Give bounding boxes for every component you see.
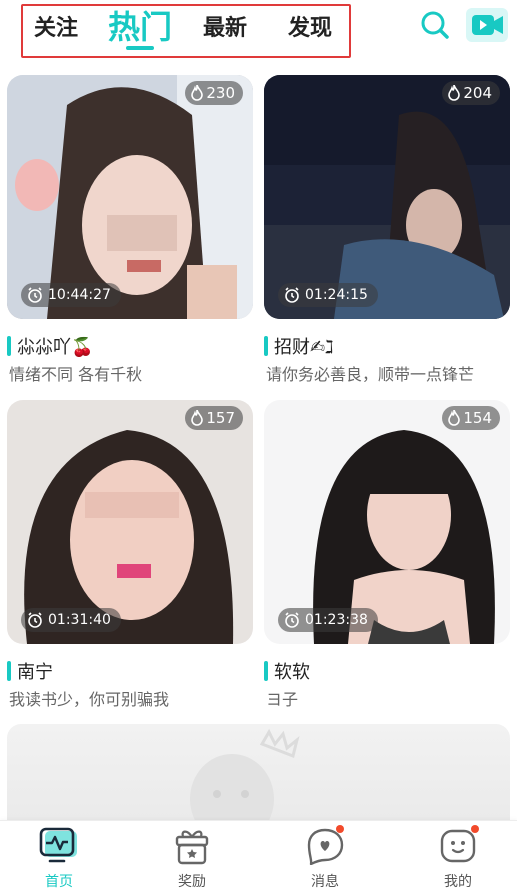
active-tab-indicator xyxy=(126,46,154,50)
fire-icon xyxy=(191,85,204,101)
nav-profile[interactable]: 我的 xyxy=(418,825,498,891)
bottom-navigation: 首页 奖励 消息 我的 xyxy=(0,820,517,892)
fire-icon xyxy=(448,410,461,426)
search-icon[interactable] xyxy=(418,8,452,42)
streamer-tagline: 情绪不同 各有千秋 xyxy=(9,365,143,384)
streamer-tagline: 我读书少，你可别骗我 xyxy=(9,690,170,709)
duration-text: 10:44:27 xyxy=(48,287,111,303)
nav-label: 首页 xyxy=(45,874,73,890)
alarm-clock-icon xyxy=(285,612,299,628)
mascot-watermark-icon xyxy=(190,728,300,834)
duration-text: 01:23:38 xyxy=(305,612,368,628)
fire-icon xyxy=(448,85,461,101)
notification-dot xyxy=(471,825,479,833)
video-camera-icon[interactable] xyxy=(466,8,508,42)
accent-bar xyxy=(264,661,268,681)
streamer-tagline: ヨ子 xyxy=(266,690,299,709)
duration-badge: 10:44:27 xyxy=(21,283,121,307)
stream-thumbnail[interactable]: 204 01:24:15 xyxy=(264,75,510,319)
top-bar: 关注 热门 最新 发现 xyxy=(0,0,517,64)
duration-badge: 01:24:15 xyxy=(278,283,378,307)
stream-thumbnail[interactable]: 157 01:31:40 xyxy=(7,400,253,644)
stream-thumbnail[interactable]: 230 10:44:27 xyxy=(7,75,253,319)
streamer-name[interactable]: 南宁 xyxy=(17,658,53,684)
nav-home[interactable]: 首页 xyxy=(19,827,99,891)
fire-icon xyxy=(191,410,204,426)
nav-label: 消息 xyxy=(311,874,339,890)
nav-rewards[interactable]: 奖励 xyxy=(152,827,232,891)
alarm-clock-icon xyxy=(28,612,42,628)
tab-latest[interactable]: 最新 xyxy=(203,10,247,42)
accent-bar xyxy=(7,661,11,681)
gift-box-icon xyxy=(169,827,215,865)
tab-discover[interactable]: 发现 xyxy=(288,10,332,42)
streamer-name[interactable]: 尛尛吖🍒 xyxy=(17,333,93,359)
heat-count: 230 xyxy=(206,84,235,102)
streamer-name-row: 南宁 xyxy=(7,658,53,684)
duration-badge: 01:23:38 xyxy=(278,608,378,632)
duration-text: 01:24:15 xyxy=(305,287,368,303)
tab-follow[interactable]: 关注 xyxy=(34,10,78,42)
streamer-name-row: 招财✍ℷ xyxy=(264,333,333,359)
heat-badge: 230 xyxy=(185,81,243,105)
tab-hot[interactable]: 热门 xyxy=(108,2,172,48)
loading-card-placeholder xyxy=(7,724,510,834)
streamer-name-row: 尛尛吖🍒 xyxy=(7,333,93,359)
accent-bar xyxy=(7,336,11,356)
heat-count: 154 xyxy=(463,409,492,427)
nav-label: 我的 xyxy=(444,874,472,890)
streamer-name-row: 软软 xyxy=(264,658,310,684)
accent-bar xyxy=(264,336,268,356)
profile-face-icon xyxy=(435,825,481,865)
nav-label: 奖励 xyxy=(178,874,206,890)
heat-count: 157 xyxy=(206,409,235,427)
home-monitor-icon xyxy=(36,827,82,865)
alarm-clock-icon xyxy=(28,287,42,303)
duration-text: 01:31:40 xyxy=(48,612,111,628)
streamer-name[interactable]: 招财✍ℷ xyxy=(274,333,333,359)
nav-messages[interactable]: 消息 xyxy=(285,825,365,891)
streamer-name[interactable]: 软软 xyxy=(274,658,310,684)
notification-dot xyxy=(336,825,344,833)
heat-badge: 157 xyxy=(185,406,243,430)
duration-badge: 01:31:40 xyxy=(21,608,121,632)
stream-thumbnail[interactable]: 154 01:23:38 xyxy=(264,400,510,644)
heat-count: 204 xyxy=(463,84,492,102)
alarm-clock-icon xyxy=(285,287,299,303)
streamer-tagline: 请你务必善良，顺带一点锋芒 xyxy=(266,365,475,384)
heat-badge: 154 xyxy=(442,406,500,430)
heat-badge: 204 xyxy=(442,81,500,105)
message-heart-icon xyxy=(302,825,348,866)
